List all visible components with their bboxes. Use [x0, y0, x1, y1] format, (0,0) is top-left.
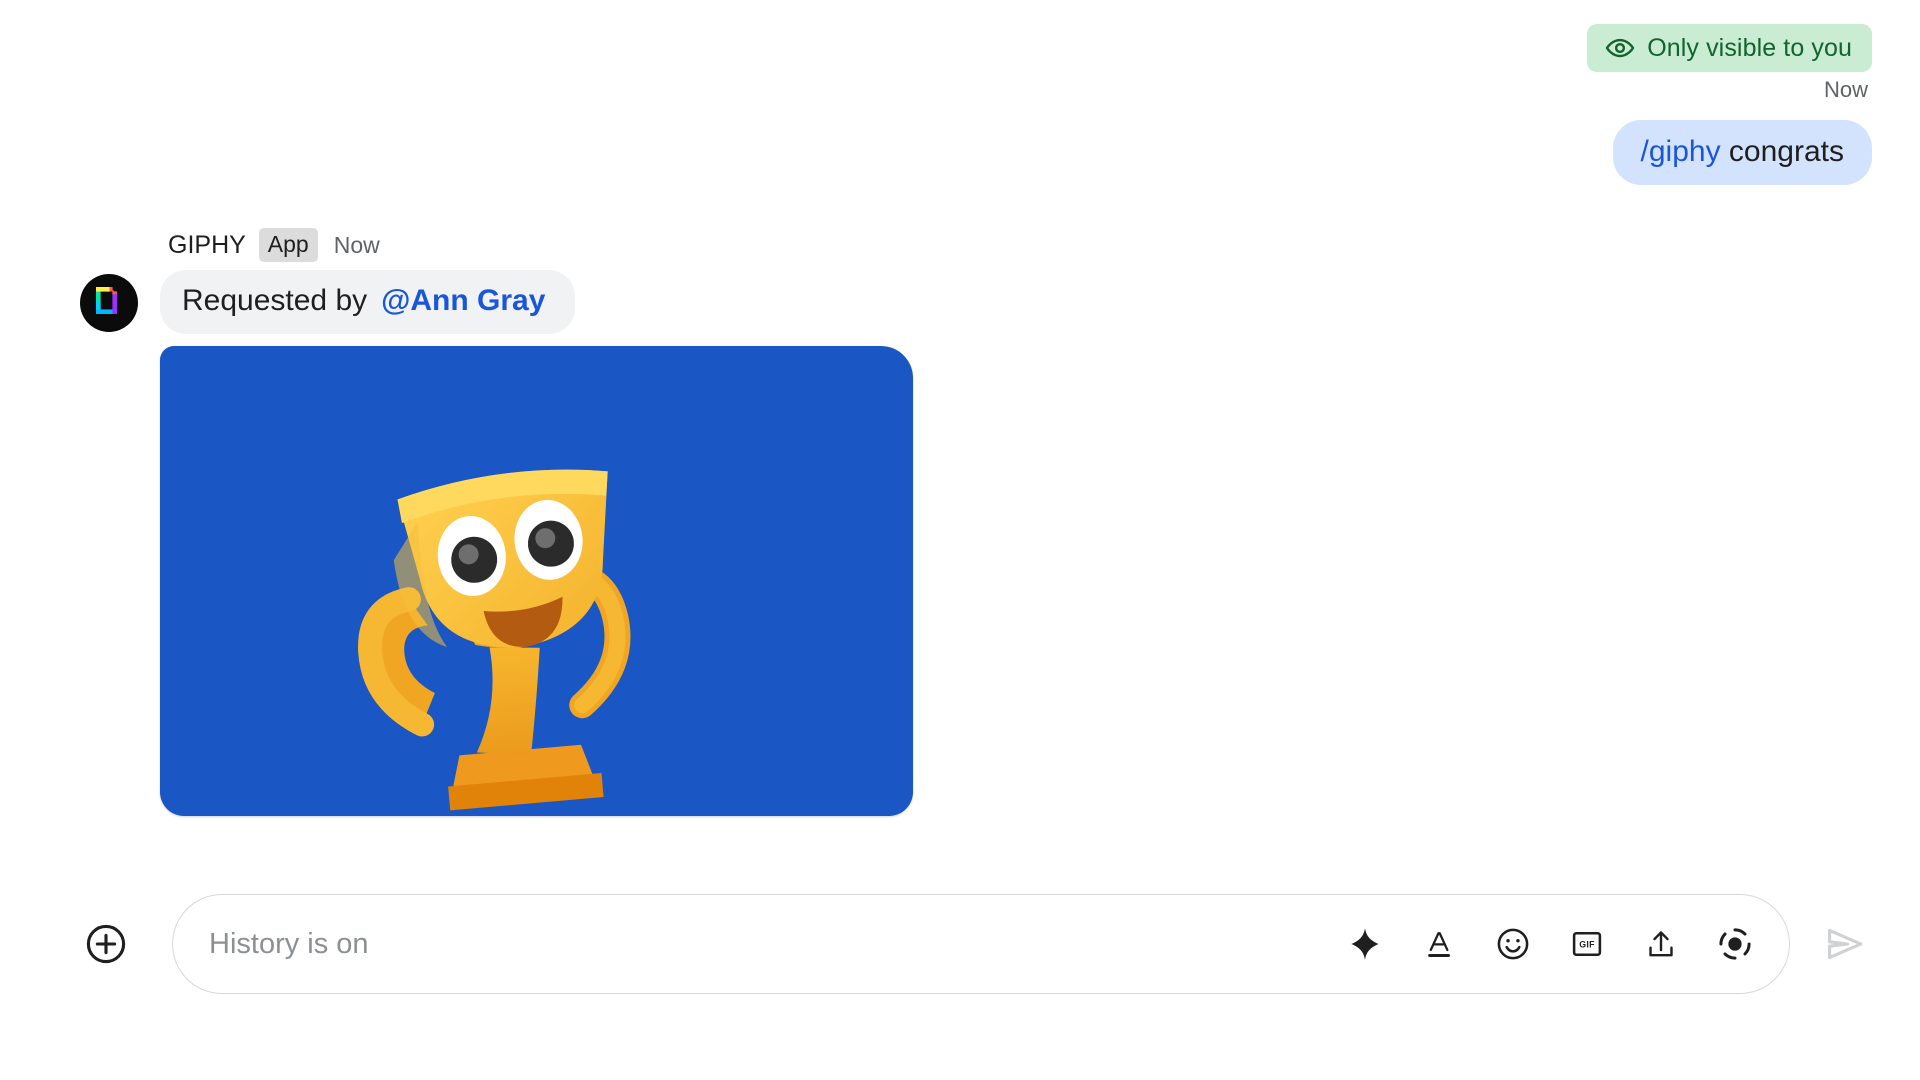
trophy-illustration	[358, 470, 631, 811]
own-message-bubble[interactable]: /giphy congrats	[1612, 120, 1872, 186]
plus-circle-icon[interactable]	[82, 920, 130, 968]
send-button[interactable]	[1814, 913, 1876, 975]
visibility-label: Only visible to you	[1647, 33, 1852, 62]
slash-command: /giphy	[1640, 135, 1721, 168]
composer-toolbar: GIF	[1339, 918, 1761, 970]
eye-icon	[1605, 33, 1635, 63]
app-badge: App	[258, 228, 318, 262]
user-mention[interactable]: @Ann Gray	[381, 284, 545, 317]
app-message-header: GIPHY App Now	[168, 228, 913, 262]
visibility-chip: Only visible to you	[1587, 24, 1872, 72]
gif-attachment[interactable]	[160, 346, 913, 817]
app-message-timestamp: Now	[333, 231, 380, 258]
gemini-sparkle-icon[interactable]	[1339, 918, 1391, 970]
requested-by-label: Requested by	[182, 284, 368, 317]
requested-by-bubble: Requested by @Ann Gray	[160, 270, 576, 335]
chat-window: Only visible to you Now /giphy congrats	[0, 0, 1920, 1080]
app-name: GIPHY	[168, 230, 246, 259]
app-message-content: GIPHY App Now Requested by @Ann Gray	[160, 228, 913, 817]
message-input[interactable]	[209, 927, 1323, 961]
command-argument: congrats	[1720, 135, 1844, 168]
record-clip-icon[interactable]	[1709, 918, 1761, 970]
own-message-timestamp: Now	[1823, 77, 1868, 102]
svg-text:GIF: GIF	[1579, 940, 1595, 950]
upload-icon[interactable]	[1635, 918, 1687, 970]
message-composer: GIF	[0, 884, 1920, 1004]
emoji-icon[interactable]	[1487, 918, 1539, 970]
own-message-row: /giphy congrats	[1612, 120, 1872, 186]
app-message: GIPHY App Now Requested by @Ann Gray	[80, 228, 913, 817]
composer-input-box[interactable]: GIF	[172, 894, 1790, 994]
format-text-icon[interactable]	[1413, 918, 1465, 970]
avatar	[80, 274, 138, 332]
visibility-notice: Only visible to you	[1587, 24, 1872, 72]
gif-icon[interactable]: GIF	[1561, 918, 1613, 970]
giphy-logo-icon	[91, 283, 127, 324]
